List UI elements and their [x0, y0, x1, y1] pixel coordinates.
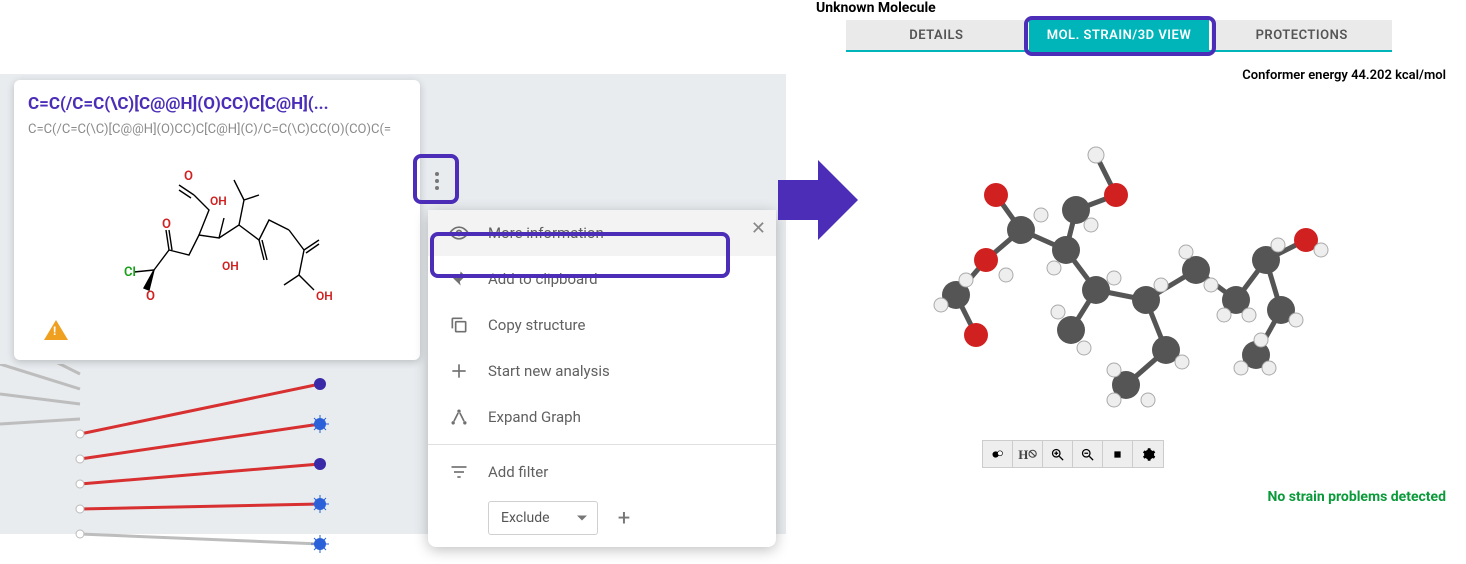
filter-select-value: Exclude: [501, 510, 550, 526]
tab-mol-strain-3d[interactable]: MOL. STRAIN/3D VIEW: [1029, 20, 1212, 50]
svg-text:OH: OH: [316, 289, 333, 303]
menu-item-label: Start new analysis: [488, 362, 610, 380]
menu-start-analysis[interactable]: Start new analysis: [428, 348, 776, 394]
left-panel: C=C(/C=C(\C)[C@@H](O)CC)C[C@H](... C=C(/…: [0, 74, 786, 534]
pin-icon: [448, 268, 470, 290]
conformer-energy: Conformer energy 44.202 kcal/mol: [1242, 68, 1446, 83]
menu-item-label: More information: [488, 224, 604, 242]
tab-details[interactable]: DETAILS: [846, 20, 1029, 50]
color-atoms-icon[interactable]: [983, 441, 1013, 468]
filter-row: Exclude +: [428, 495, 776, 535]
plus-icon: [448, 360, 470, 382]
filter-icon: [448, 461, 470, 483]
svg-text:O: O: [146, 289, 155, 304]
tabs: DETAILS MOL. STRAIN/3D VIEW PROTECTIONS: [846, 20, 1392, 52]
copy-icon: [448, 314, 470, 336]
right-panel: Unknown Molecule DETAILS MOL. STRAIN/3D …: [816, 0, 1466, 535]
more-options-button[interactable]: [420, 164, 454, 198]
svg-text:OH: OH: [222, 259, 239, 273]
svg-text:O: O: [162, 217, 171, 232]
add-filter-button[interactable]: +: [610, 504, 638, 532]
eye-icon: [448, 222, 470, 244]
svg-text:O: O: [184, 169, 193, 184]
menu-item-label: Copy structure: [488, 316, 585, 334]
zoom-out-icon[interactable]: [1073, 441, 1103, 468]
svg-text:Cl: Cl: [124, 265, 136, 280]
stop-icon[interactable]: [1103, 441, 1133, 468]
settings-icon[interactable]: [1133, 441, 1163, 468]
filter-select[interactable]: Exclude: [488, 501, 598, 535]
page-title: Unknown Molecule: [816, 0, 936, 16]
viewer-toolbar: H⦸: [982, 440, 1164, 468]
tab-protections[interactable]: PROTECTIONS: [1211, 20, 1392, 50]
tab-label: PROTECTIONS: [1256, 28, 1348, 43]
menu-item-label: Expand Graph: [488, 408, 581, 426]
menu-separator: [428, 444, 776, 445]
warning-icon[interactable]: [44, 320, 68, 340]
graph-icon: [448, 406, 470, 428]
close-icon[interactable]: ✕: [751, 218, 766, 239]
molecule-card[interactable]: C=C(/C=C(\C)[C@@H](O)CC)C[C@H](... C=C(/…: [14, 80, 420, 360]
retro-graph: [0, 364, 430, 564]
smiles-title: C=C(/C=C(\C)[C@@H](O)CC)C[C@H](...: [28, 94, 388, 114]
context-menu: ✕ More information Add to clipboard Copy…: [428, 210, 776, 547]
structure-2d: Cl O O O OH OH OH: [94, 150, 354, 320]
menu-copy-structure[interactable]: Copy structure: [428, 302, 776, 348]
viewer-3d[interactable]: [866, 100, 1366, 450]
tab-label: MOL. STRAIN/3D VIEW: [1047, 28, 1192, 43]
smiles-full: C=C(/C=C(\C)[C@@H](O)CC)C[C@H](C)/C=C(\C…: [28, 122, 406, 137]
tab-label: DETAILS: [909, 28, 963, 43]
menu-expand-graph[interactable]: Expand Graph: [428, 394, 776, 440]
svg-text:OH: OH: [210, 194, 227, 208]
menu-add-filter[interactable]: Add filter: [428, 449, 776, 495]
menu-item-label: Add filter: [488, 463, 548, 481]
menu-item-label: Add to clipboard: [488, 270, 598, 288]
menu-more-information[interactable]: More information: [428, 210, 776, 256]
toggle-hydrogen-icon[interactable]: H⦸: [1013, 441, 1043, 468]
zoom-in-icon[interactable]: [1043, 441, 1073, 468]
menu-add-clipboard[interactable]: Add to clipboard: [428, 256, 776, 302]
strain-status: No strain problems detected: [1268, 489, 1446, 505]
